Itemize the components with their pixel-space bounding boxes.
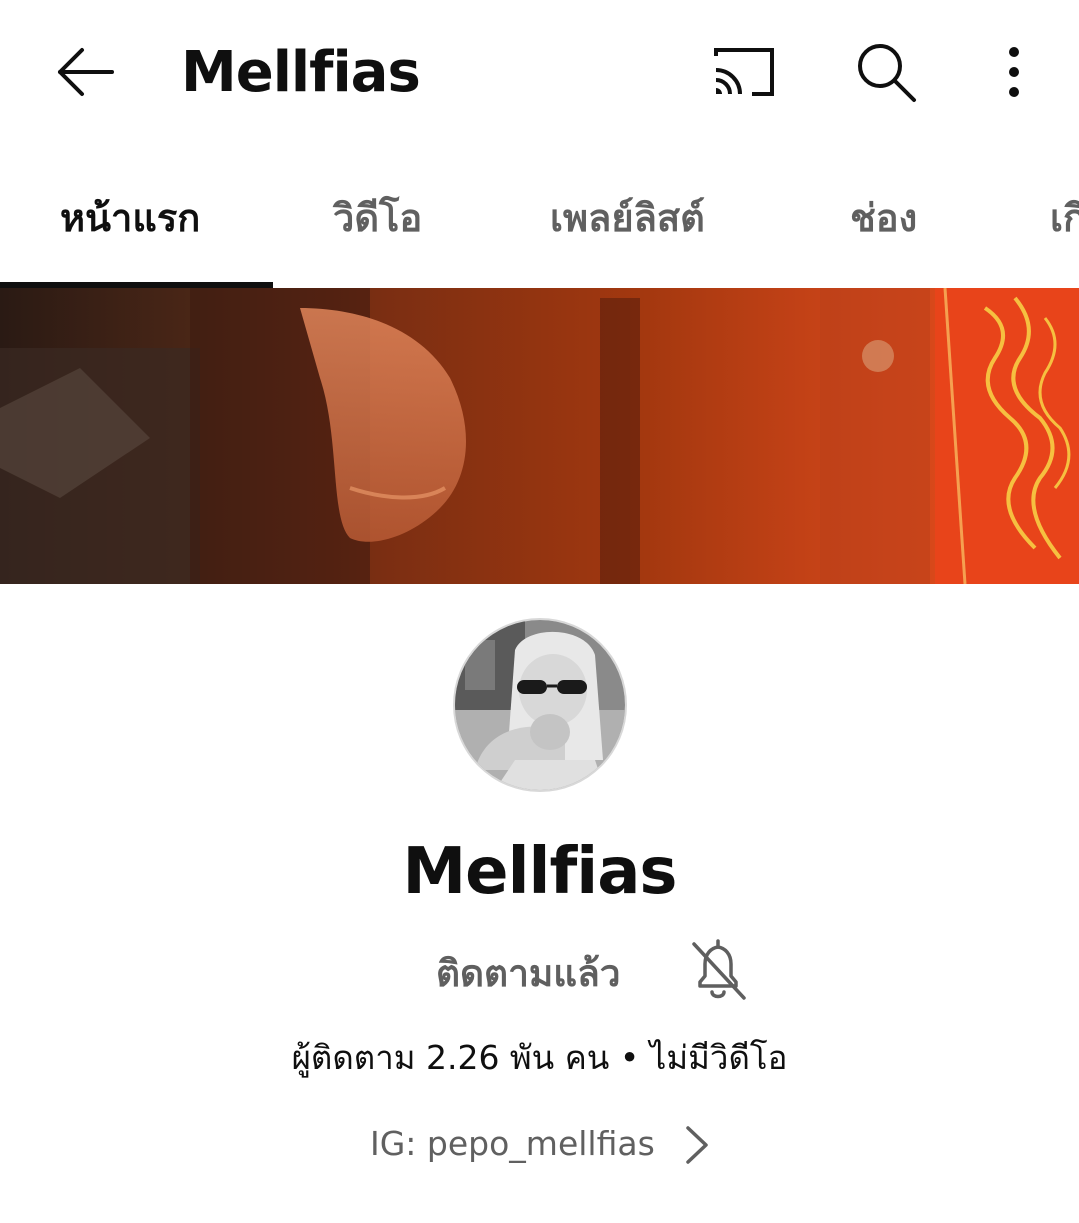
back-arrow-icon[interactable] bbox=[50, 40, 120, 104]
subscribe-row: ติดตามแล้ว bbox=[0, 938, 1079, 1010]
channel-tabs: หน้าแรก วิดีโอ เพลย์ลิสต์ ช่อง เกี่ยวกับ bbox=[0, 150, 1079, 288]
tab-playlists[interactable]: เพลย์ลิสต์ bbox=[550, 188, 705, 248]
channel-link[interactable]: IG: pepo_mellfias bbox=[370, 1116, 655, 1172]
subscribed-button[interactable]: ติดตามแล้ว bbox=[436, 944, 621, 1004]
search-icon[interactable] bbox=[852, 38, 922, 104]
channel-banner bbox=[0, 288, 1079, 584]
tab-videos[interactable]: วิดีโอ bbox=[333, 188, 422, 248]
tab-about[interactable]: เกี่ยวกับ bbox=[1050, 188, 1079, 248]
more-vert-icon[interactable] bbox=[990, 40, 1038, 104]
channel-stats: ผู้ติดตาม 2.26 พัน คน • ไม่มีวิดีโอ bbox=[291, 1038, 788, 1077]
top-app-bar: Mellfias bbox=[0, 0, 1079, 145]
channel-name: Mellfias bbox=[402, 835, 677, 909]
chevron-right-icon[interactable] bbox=[682, 1120, 712, 1170]
page-title: Mellfias bbox=[181, 40, 421, 105]
channel-link-row[interactable]: IG: pepo_mellfias bbox=[0, 1112, 1079, 1172]
notifications-off-bell-icon[interactable] bbox=[688, 938, 748, 1004]
channel-avatar[interactable] bbox=[455, 620, 625, 790]
cast-icon[interactable] bbox=[708, 42, 780, 102]
tab-channels[interactable]: ช่อง bbox=[850, 188, 917, 248]
tab-home[interactable]: หน้าแรก bbox=[60, 188, 200, 248]
